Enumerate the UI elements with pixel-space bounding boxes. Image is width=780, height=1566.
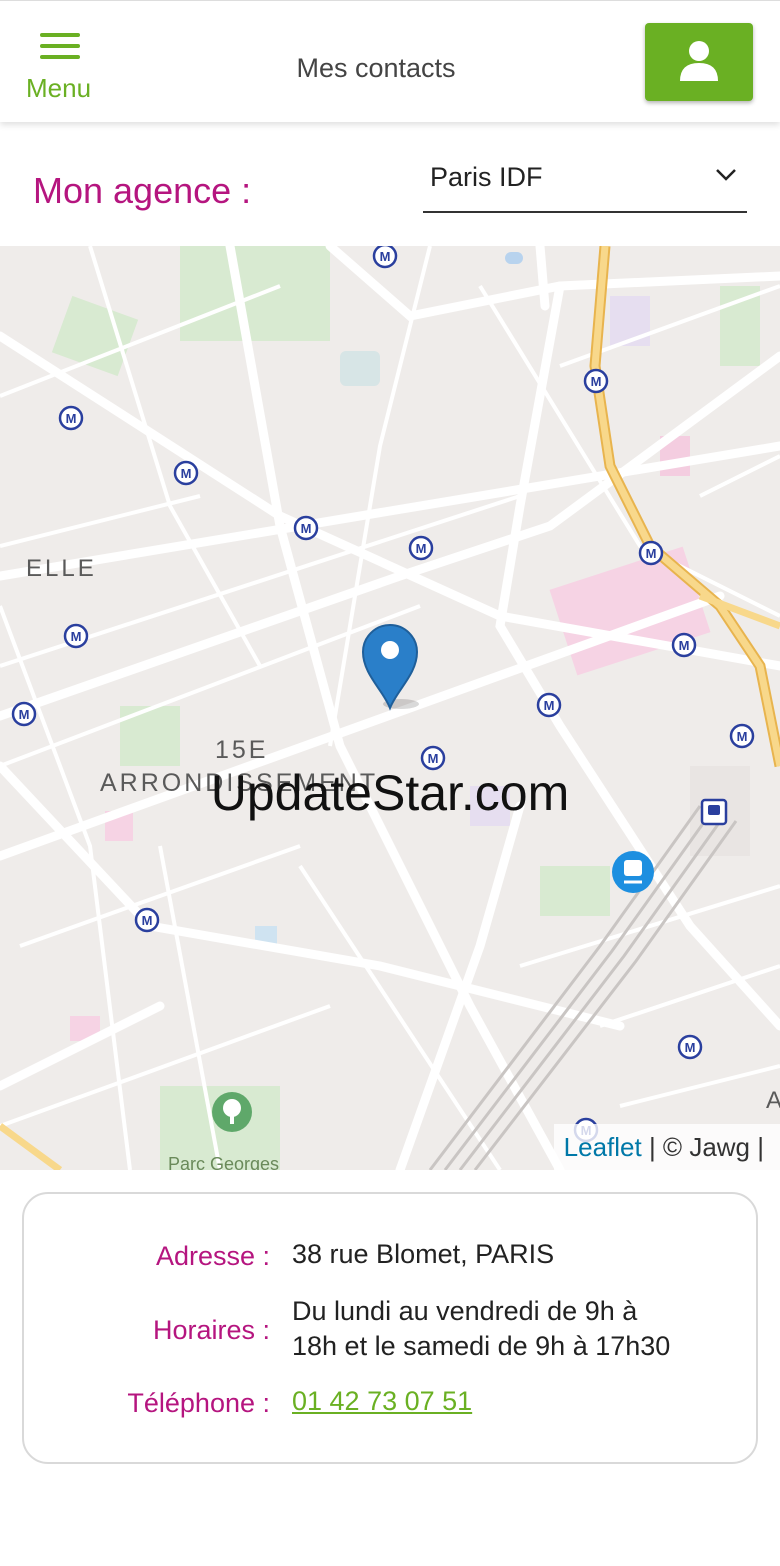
- svg-text:M: M: [301, 521, 312, 536]
- metro-icon: M: [677, 1034, 703, 1060]
- hours-line-2: 18h et le samedi de 9h à 17h30: [292, 1331, 671, 1361]
- leaflet-link[interactable]: Leaflet: [564, 1132, 642, 1162]
- agency-selected-value: Paris IDF: [430, 162, 543, 192]
- svg-text:M: M: [181, 466, 192, 481]
- hours-value: Du lundi au vendredi de 9h à 18h et le s…: [292, 1294, 670, 1364]
- map-label-park: Parc Georges: [168, 1154, 279, 1170]
- metro-icon: M: [729, 723, 755, 749]
- svg-text:M: M: [544, 698, 555, 713]
- map-label-district-number: 15E: [215, 736, 268, 764]
- metro-icon: M: [293, 515, 319, 541]
- metro-icon: M: [173, 460, 199, 486]
- location-pin-icon[interactable]: [361, 622, 421, 712]
- address-label: Adresse :: [155, 1241, 270, 1271]
- agency-label: Mon agence :: [33, 170, 252, 211]
- metro-icon: M: [372, 246, 398, 269]
- phone-link[interactable]: 01 42 73 07 51: [292, 1384, 472, 1419]
- metro-icon: M: [408, 535, 434, 561]
- map-label-right: A: [766, 1087, 780, 1114]
- attribution-text: | © Jawg |: [641, 1132, 764, 1162]
- user-account-button[interactable]: [645, 23, 753, 101]
- svg-text:M: M: [646, 546, 657, 561]
- metro-icon: M: [638, 540, 664, 566]
- svg-text:M: M: [591, 374, 602, 389]
- address-value: 38 rue Blomet, PARIS: [292, 1239, 555, 1269]
- svg-text:M: M: [685, 1040, 696, 1055]
- user-icon: [680, 41, 718, 81]
- metro-icon: M: [671, 632, 697, 658]
- svg-text:M: M: [679, 638, 690, 653]
- svg-text:M: M: [66, 411, 77, 426]
- map-label-left: ELLE: [26, 555, 97, 582]
- metro-icon: M: [536, 692, 562, 718]
- metro-icon: M: [11, 701, 37, 727]
- park-icon: [212, 1092, 252, 1132]
- svg-text:M: M: [71, 629, 82, 644]
- svg-text:M: M: [380, 249, 391, 264]
- metro-icon: M: [63, 623, 89, 649]
- page-title: Mes contacts: [296, 53, 456, 83]
- chevron-down-icon: [716, 169, 736, 181]
- metro-icon: M: [58, 405, 84, 431]
- map-view[interactable]: ELLE 15E ARRONDISSEMENT A Parc Georges M…: [0, 246, 780, 1170]
- hours-line-1: Du lundi au vendredi de 9h à: [292, 1296, 638, 1326]
- contact-card: Adresse : 38 rue Blomet, PARIS Horaires …: [22, 1192, 758, 1464]
- agency-select[interactable]: Paris IDF: [423, 152, 747, 213]
- phone-label: Téléphone :: [127, 1388, 270, 1418]
- metro-icon: M: [134, 907, 160, 933]
- svg-text:M: M: [416, 541, 427, 556]
- watermark-text: UpdateStar.com: [210, 765, 570, 821]
- svg-text:M: M: [737, 729, 748, 744]
- map-attribution: Leaflet | © Jawg |: [553, 1124, 780, 1170]
- metro-icon: M: [583, 368, 609, 394]
- svg-text:M: M: [19, 707, 30, 722]
- train-station-icon: [612, 851, 654, 893]
- svg-text:M: M: [142, 913, 153, 928]
- hours-label: Horaires :: [152, 1315, 270, 1345]
- app-header: Menu Mes contacts: [0, 0, 780, 122]
